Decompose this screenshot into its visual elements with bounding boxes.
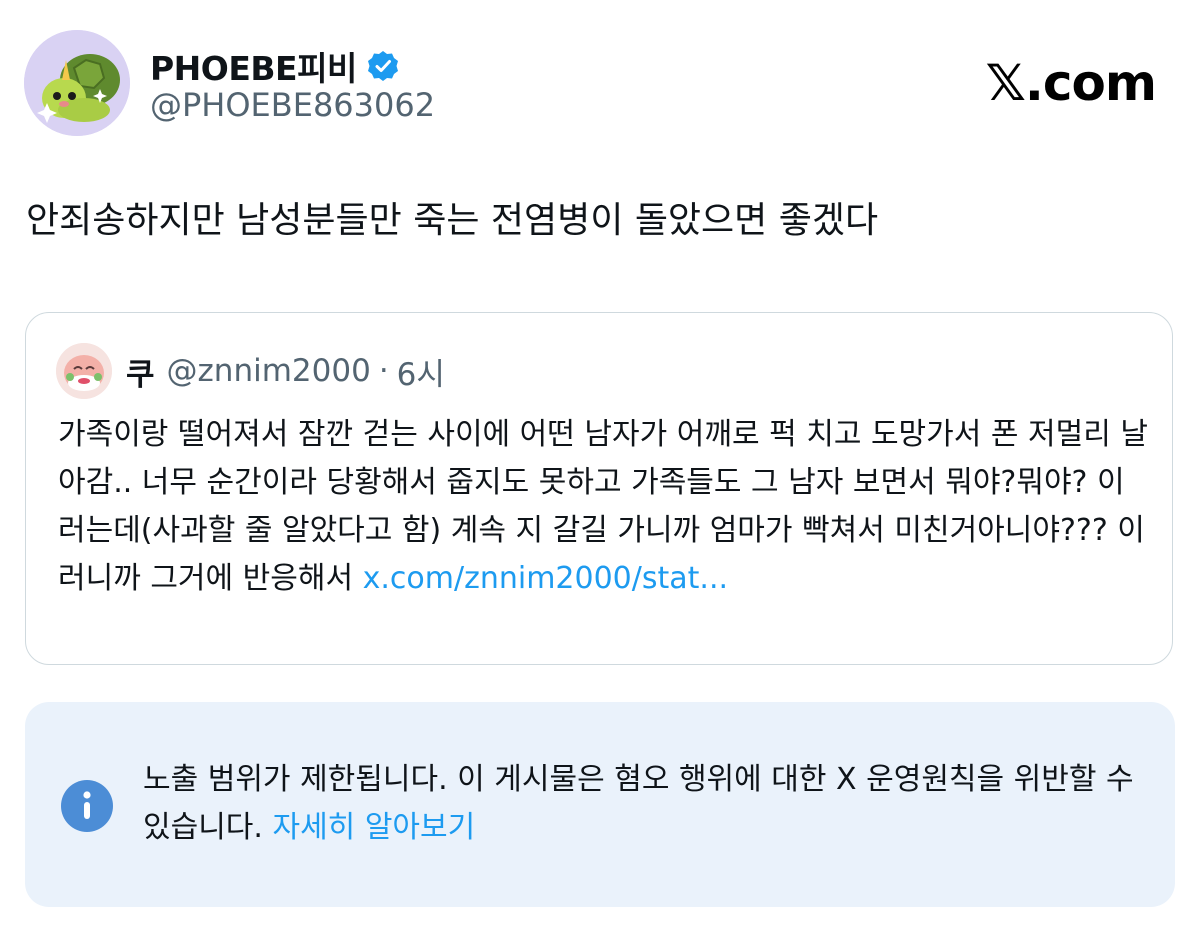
quoted-post-link[interactable]: x.com/znnim2000/stat... [363,561,728,596]
quoted-author-handle[interactable]: @znnim2000 [167,353,371,389]
quoted-author-name[interactable]: 쿠 [126,349,155,394]
quoted-post-time[interactable]: 6시 [397,349,445,394]
separator-dot: · [378,353,389,389]
character-avatar-icon [56,343,112,399]
quoted-post-text: 가족이랑 떨어져서 잠깐 걷는 사이에 어떤 남자가 어깨로 퍽 치고 도망가서… [58,411,1148,603]
author-name-row: PHOEBE피비 [150,42,399,90]
visibility-limited-notice: 노출 범위가 제한됩니다. 이 게시물은 혐오 행위에 대한 X 운영원칙을 위… [25,702,1175,907]
author-display-name[interactable]: PHOEBE피비 [150,42,357,90]
quoted-post-header: 쿠 @znnim2000 · 6시 [56,341,445,401]
post-text: 안죄송하지만 남성분들만 죽는 전염병이 돌았으면 좋겠다 [26,200,879,241]
verified-badge-icon [367,50,399,82]
post-header: PHOEBE피비 @PHOEBE863062 𝕏.com [24,30,1176,140]
author-handle[interactable]: @PHOEBE863062 [150,86,435,124]
turtle-avatar-icon[interactable] [24,30,130,136]
x-logo: 𝕏.com [985,54,1157,112]
learn-more-link[interactable]: 자세히 알아보기 [272,810,475,845]
info-icon [61,780,113,832]
quoted-post-card[interactable]: 쿠 @znnim2000 · 6시 가족이랑 떨어져서 잠깐 걷는 사이에 어떤… [25,312,1173,665]
notice-text: 노출 범위가 제한됩니다. 이 게시물은 혐오 행위에 대한 X 운영원칙을 위… [143,756,1143,852]
